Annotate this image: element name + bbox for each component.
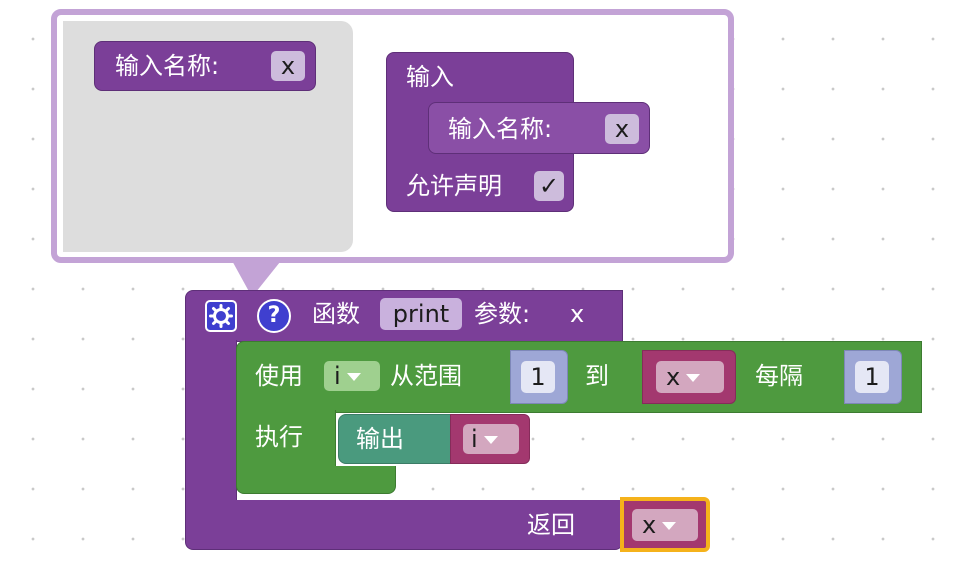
to-variable-dropdown[interactable]: x	[656, 361, 724, 393]
for-var-dropdown[interactable]: i	[324, 361, 380, 391]
chevron-down-icon	[346, 373, 361, 381]
palette-input-name-label: 输入名称:	[115, 52, 220, 80]
for-step-label: 每隔	[755, 362, 803, 390]
print-label: 输出	[356, 425, 404, 453]
function-body-rail	[185, 340, 237, 515]
for-to-label: 到	[585, 362, 609, 390]
for-do-label: 执行	[255, 423, 303, 451]
params-value: x	[570, 300, 585, 328]
mutator-item-field[interactable]: x	[605, 114, 639, 144]
allow-statements-label: 允许声明	[406, 172, 502, 200]
print-variable-dropdown[interactable]: i	[463, 424, 519, 454]
chevron-down-icon	[483, 436, 498, 444]
params-label: 参数:	[474, 300, 531, 328]
mutator-item-label: 输入名称:	[448, 115, 553, 143]
return-label: 返回	[527, 511, 575, 539]
palette-input-name-block[interactable]: 输入名称: x	[94, 41, 316, 91]
for-var-value: i	[334, 362, 341, 390]
step-number-field[interactable]: 1	[855, 361, 889, 393]
function-label: 函数	[312, 300, 360, 328]
help-icon[interactable]: ?	[257, 299, 291, 333]
function-name-field[interactable]: print	[380, 298, 462, 330]
help-icon-text: ?	[267, 303, 281, 328]
mutator-item-block[interactable]: 输入名称: x	[428, 102, 650, 154]
for-bottom-row	[236, 466, 396, 494]
chevron-down-icon	[686, 374, 701, 382]
palette-input-name-field[interactable]: x	[271, 51, 305, 81]
from-number-field[interactable]: 1	[521, 361, 555, 393]
return-variable-value: x	[642, 511, 657, 539]
print-variable-value: i	[471, 425, 478, 453]
for-from-label: 从范围	[390, 362, 462, 390]
chevron-down-icon	[662, 522, 677, 530]
mutator-container-label: 输入	[406, 63, 454, 91]
for-use-label: 使用	[255, 362, 303, 390]
to-variable-value: x	[666, 363, 681, 391]
return-variable-dropdown[interactable]: x	[632, 509, 698, 541]
allow-statements-checkbox[interactable]: ✓	[534, 171, 564, 201]
gear-icon[interactable]	[205, 300, 237, 332]
